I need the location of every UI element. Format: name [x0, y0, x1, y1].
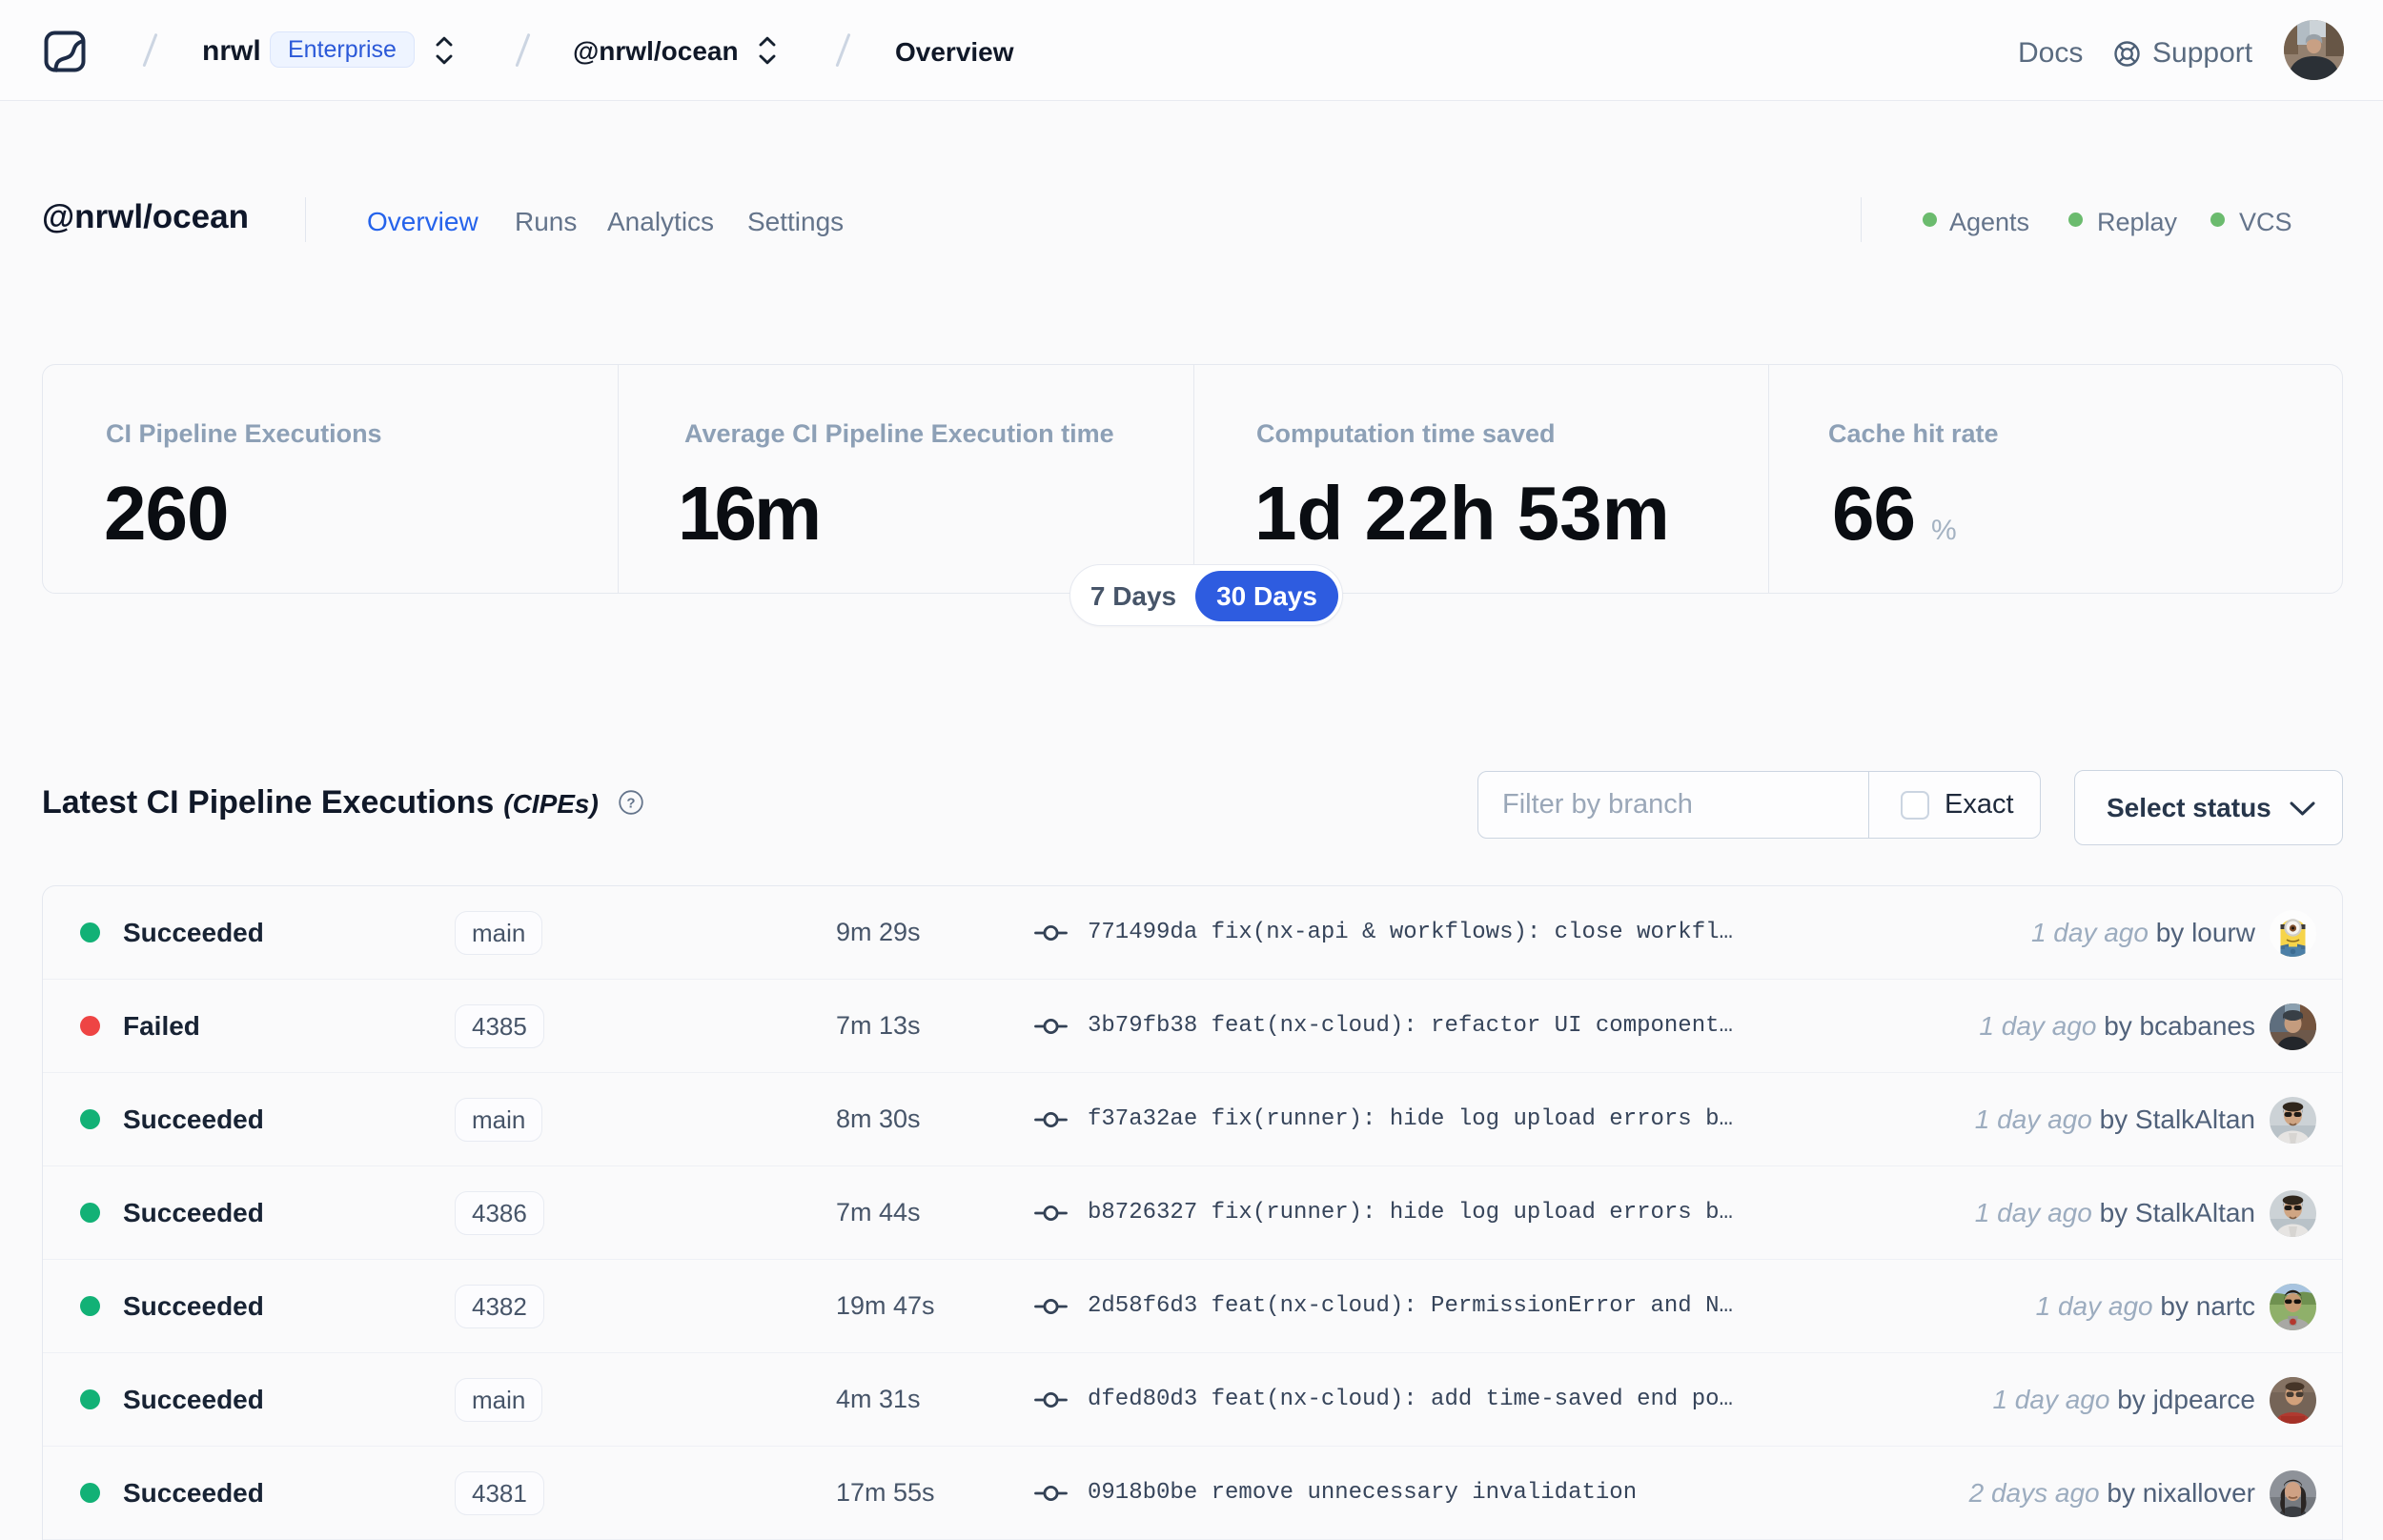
svg-text:?: ?: [626, 796, 635, 812]
